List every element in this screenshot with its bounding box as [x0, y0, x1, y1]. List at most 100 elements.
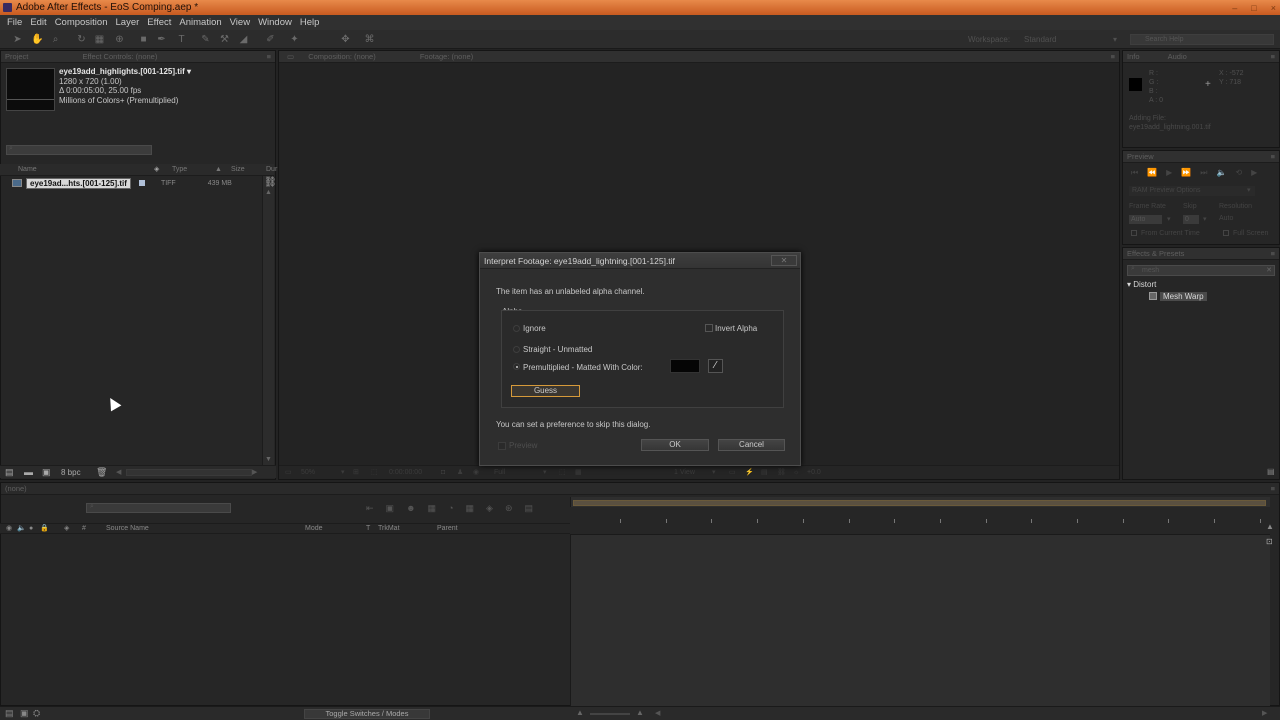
rectangle-tool-icon[interactable]: ■	[138, 34, 149, 45]
motion-blur-icon[interactable]: ◔	[448, 503, 453, 514]
scroll-up-icon[interactable]: ▲	[265, 189, 272, 196]
zoom-slider[interactable]	[590, 713, 630, 715]
invert-alpha-checkbox[interactable]	[705, 324, 713, 332]
view-layout-dropdown[interactable]: 1 View	[674, 466, 695, 479]
brush-tool-icon[interactable]: ✎	[200, 34, 211, 45]
last-frame-icon[interactable]: ⏭	[1200, 168, 1207, 180]
menu-help[interactable]: Help	[298, 17, 326, 28]
zoom-in-icon[interactable]: ▲	[636, 708, 644, 717]
audio-icon[interactable]: 🔈	[1217, 168, 1227, 180]
effect-category[interactable]: ▾ Distort	[1127, 280, 1156, 289]
maximize-button[interactable]: □	[1251, 1, 1256, 16]
in-out-icon[interactable]: ⛭	[33, 708, 40, 719]
panel-menu-icon[interactable]: ≡	[1271, 151, 1275, 162]
brainstorm-icon[interactable]: ▦	[466, 503, 475, 514]
menu-window[interactable]: Window	[256, 17, 298, 28]
live-update-icon[interactable]: ⊛	[505, 503, 513, 514]
next-frame-icon[interactable]: ⏩	[1181, 168, 1191, 180]
frame-rate-input[interactable]: Auto	[1129, 215, 1162, 224]
scroll-right-icon[interactable]: ▶	[1262, 709, 1267, 717]
tab-effect-controls[interactable]: Effect Controls: (none)	[82, 51, 157, 62]
premultiplied-radio[interactable]	[513, 363, 520, 370]
project-scrollbar[interactable]: ⛓ ▲ ▼	[262, 176, 277, 466]
new-folder-icon[interactable]: ▤	[1267, 467, 1275, 476]
panel-menu-icon[interactable]: ≡	[1271, 51, 1275, 62]
from-current-time-checkbox[interactable]	[1131, 230, 1137, 236]
color-depth-button[interactable]: 8 bpc	[61, 468, 81, 477]
clone-stamp-tool-icon[interactable]: ⚒	[219, 34, 230, 45]
effects-search-input[interactable]: ⌕ mesh ✕	[1127, 265, 1275, 276]
zoom-chevron-down-icon[interactable]: ▾	[341, 466, 345, 479]
menu-edit[interactable]: Edit	[28, 17, 52, 28]
grid-icon[interactable]: ⊞	[353, 466, 359, 479]
panel-menu-icon[interactable]: ≡	[1271, 483, 1275, 494]
magnification-dropdown[interactable]: 50%	[301, 466, 315, 479]
effect-name[interactable]: Mesh Warp	[1160, 291, 1207, 301]
layer-switches-icon[interactable]: ▤	[5, 708, 14, 719]
pen-tool-icon[interactable]: ✒	[156, 34, 167, 45]
label-column-icon[interactable]: ◈	[154, 164, 159, 176]
ignore-radio[interactable]	[513, 325, 520, 332]
toggle-switches-modes-button[interactable]: Toggle Switches / Modes	[304, 709, 430, 719]
type-tool-icon[interactable]: T	[176, 34, 187, 45]
previous-frame-icon[interactable]: ⏪	[1147, 168, 1157, 180]
menu-animation[interactable]: Animation	[177, 17, 227, 28]
audio-switch-icon[interactable]: 🔈	[17, 524, 26, 534]
menu-view[interactable]: View	[228, 17, 256, 28]
ignore-label[interactable]: Ignore	[523, 324, 546, 333]
toggle-pixel-aspect-icon[interactable]: ▭	[729, 466, 736, 479]
puppet-tool-icon[interactable]: ✦	[289, 34, 300, 45]
frame-rate-chevron-down-icon[interactable]: ▾	[1167, 215, 1171, 223]
eraser-tool-icon[interactable]: ◢	[238, 34, 249, 45]
rotate-tool-icon[interactable]: ↻	[76, 34, 87, 45]
tab-preview[interactable]: Preview	[1127, 151, 1154, 162]
frame-blending-icon[interactable]: ▦	[428, 503, 437, 514]
footage-file-name[interactable]: eye19add_highlights.[001-125].tif ▾	[59, 67, 191, 77]
tab-info[interactable]: Info	[1127, 51, 1140, 62]
pan-behind-tool-icon[interactable]: ⊕	[114, 34, 125, 45]
time-ruler[interactable]	[570, 507, 1270, 535]
menu-layer[interactable]: Layer	[114, 17, 146, 28]
interpret-footage-icon[interactable]: ▤	[5, 467, 14, 478]
play-icon[interactable]: ▶	[1166, 168, 1172, 180]
workspace-chevron-down-icon[interactable]: ▾	[1113, 35, 1117, 44]
mask-visibility-icon[interactable]: ⬚	[371, 466, 378, 479]
premultiplied-label[interactable]: Premultiplied - Matted With Color:	[523, 363, 643, 372]
tab-footage[interactable]: Footage: (none)	[420, 51, 473, 62]
scroll-left-icon[interactable]: ◀	[116, 468, 121, 476]
expand-triangle-icon[interactable]: ▾	[1127, 280, 1131, 289]
auto-keyframe-icon[interactable]: ◈	[486, 503, 493, 514]
full-screen-checkbox[interactable]	[1223, 230, 1229, 236]
preview-label[interactable]: Preview	[509, 441, 537, 450]
solo-switch-icon[interactable]: ●	[29, 524, 33, 534]
table-row[interactable]: eye19ad...hts.[001-125].tif TIFF 439 MB	[12, 177, 232, 189]
scroll-down-icon[interactable]: ▼	[265, 456, 272, 463]
skip-input[interactable]: 0	[1183, 215, 1199, 224]
resolution-dropdown[interactable]: Auto	[1219, 215, 1233, 222]
tab-timeline[interactable]: (none)	[5, 483, 27, 494]
column-preserve-transparency[interactable]: T	[366, 524, 370, 534]
axis-world-icon[interactable]: ⌘	[364, 34, 375, 45]
transfer-controls-icon[interactable]: ▣	[20, 708, 29, 719]
new-composition-icon[interactable]: ▣	[42, 467, 51, 478]
flowchart-icon[interactable]: ⛓	[264, 177, 277, 188]
column-size[interactable]: Size	[231, 164, 245, 176]
ram-preview-options-dropdown[interactable]: RAM Preview Options	[1129, 186, 1255, 196]
help-search-input[interactable]: Search Help	[1130, 34, 1274, 45]
hide-shy-icon[interactable]: ☻	[406, 503, 415, 514]
workspace-dropdown[interactable]: Standard	[1024, 35, 1056, 44]
channel-icon[interactable]: ◉	[473, 466, 479, 479]
comp-button-icon[interactable]: ⊡	[1266, 537, 1273, 546]
scroll-up-icon[interactable]: ▲	[1266, 522, 1274, 531]
column-mode[interactable]: Mode	[305, 524, 323, 534]
exposure-icon[interactable]: ☼	[793, 466, 799, 479]
menu-file[interactable]: File	[5, 17, 28, 28]
panel-menu-icon[interactable]: ≡	[1111, 51, 1115, 62]
exposure-value[interactable]: +0.0	[807, 466, 821, 479]
ram-preview-icon[interactable]: ▶	[1251, 168, 1257, 180]
preview-checkbox[interactable]	[498, 442, 506, 450]
snapshot-icon[interactable]: ◘	[441, 466, 445, 479]
composition-lock-icon[interactable]: ▭	[287, 51, 294, 62]
region-of-interest-icon[interactable]: ⬚	[559, 466, 566, 479]
axis-local-icon[interactable]: ✥	[340, 34, 351, 45]
